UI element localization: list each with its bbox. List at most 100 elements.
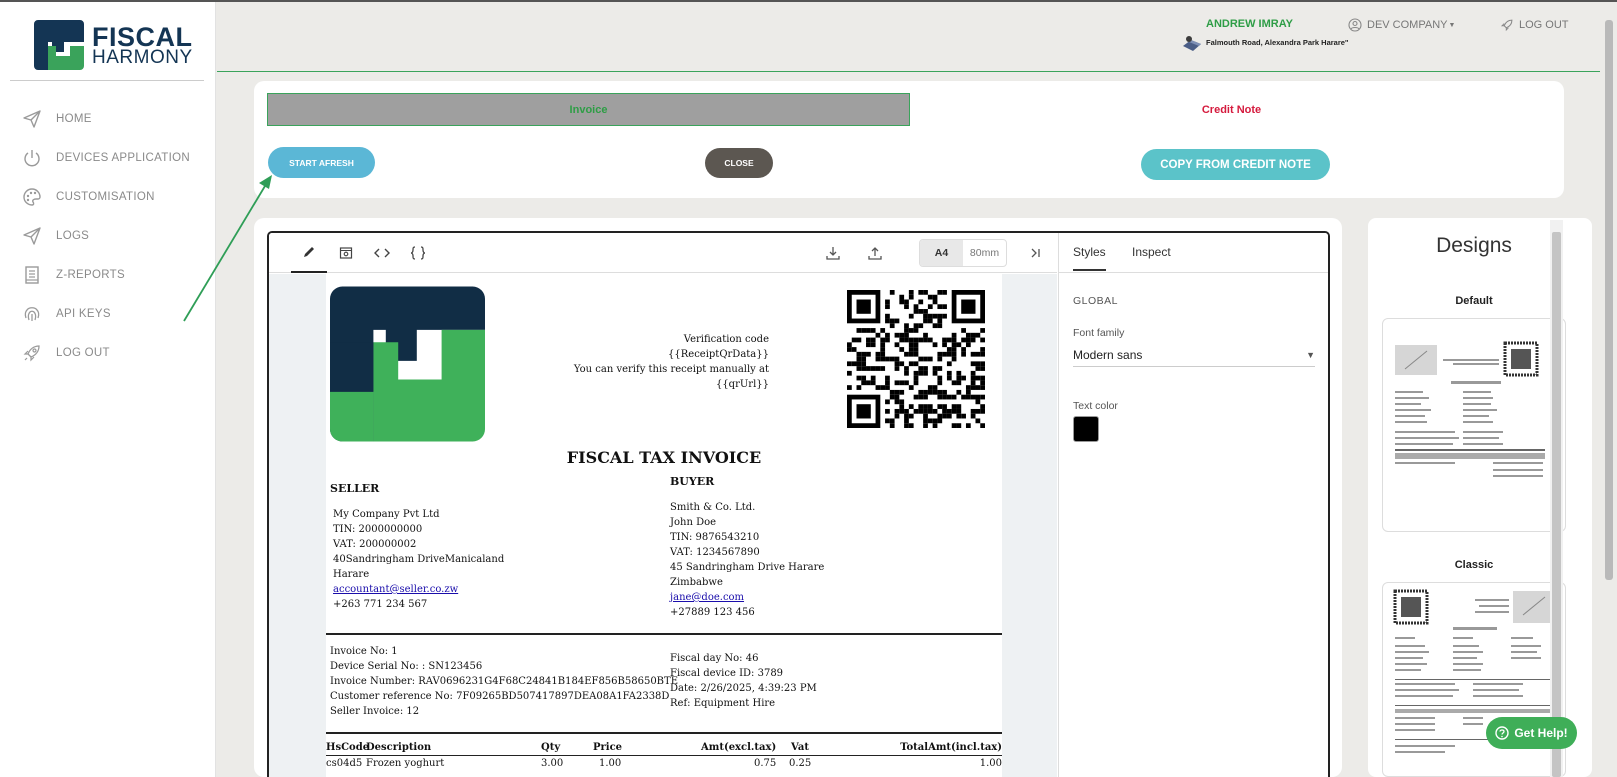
header-logout-button[interactable]: LOG OUT <box>1500 18 1569 32</box>
get-help-button[interactable]: Get Help! <box>1486 717 1577 749</box>
tab-invoice[interactable]: Invoice <box>267 93 910 126</box>
section-divider <box>326 732 1002 734</box>
sidebar-item-label: CUSTOMISATION <box>56 190 155 203</box>
sidebar-divider <box>10 80 204 81</box>
qr-code-icon <box>847 290 985 428</box>
size-a4-button[interactable]: A4 <box>920 240 963 266</box>
sidebar-item-devices-application[interactable]: DEVICES APPLICATION <box>0 138 216 177</box>
fiscal-day: Fiscal day No: 46 <box>670 653 759 664</box>
invoice-logo-icon <box>330 286 485 442</box>
verification-line: {{ReceiptQrData}} <box>668 349 769 360</box>
seller-tin: TIN: 2000000000 <box>333 524 423 535</box>
buyer-tin: TIN: 9876543210 <box>670 532 760 543</box>
side-tabs: Styles Inspect <box>1059 233 1328 273</box>
seller-heading: SELLER <box>330 482 380 495</box>
designs-scrollbar[interactable] <box>1550 220 1563 777</box>
company-dropdown[interactable]: DEV COMPANY ▼ <box>1348 18 1455 32</box>
invoice-number: Invoice Number: RAV0696231G4F68C24841B18… <box>330 676 679 687</box>
brand-name-line2: HARMONY <box>92 47 193 68</box>
column-header: Description <box>366 742 432 753</box>
seller-invoice: Seller Invoice: 12 <box>330 706 420 717</box>
font-family-select[interactable]: Modern sans ▼ <box>1073 343 1315 367</box>
collapse-panel-button[interactable] <box>1017 233 1053 273</box>
logout-label: LOG OUT <box>1519 19 1569 31</box>
seller-email-link[interactable]: accountant@seller.co.zw <box>333 582 504 597</box>
upload-button[interactable] <box>857 233 893 273</box>
code-view-button[interactable] <box>364 233 400 273</box>
seller-phone: +263 771 234 567 <box>333 599 428 610</box>
design-card-default[interactable] <box>1382 318 1566 532</box>
buyer-email-link[interactable]: jane@doe.com <box>670 590 824 605</box>
code-icon <box>374 248 390 258</box>
column-header: Qty <box>541 742 561 753</box>
design-name-default: Default <box>1455 295 1493 307</box>
design-thumbnail-default <box>1395 341 1545 477</box>
download-icon <box>826 247 840 260</box>
page-scrollbar[interactable] <box>1602 6 1615 777</box>
styles-panel: Styles Inspect GLOBAL Font family Modern… <box>1058 233 1328 777</box>
sidebar-item-log-out[interactable]: LOG OUT <box>0 333 216 372</box>
seller-city: Harare <box>333 569 370 580</box>
preview-icon <box>339 247 353 259</box>
copy-from-credit-note-button[interactable]: COPY FROM CREDIT NOTE <box>1141 149 1330 180</box>
company-name: DEV COMPANY <box>1367 19 1448 31</box>
device-serial: Device Serial No: : SN123456 <box>330 661 483 672</box>
user-name: ANDREW IMRAY <box>1206 18 1293 30</box>
download-button[interactable] <box>815 233 851 273</box>
invoice-no: Invoice No: 1 <box>330 646 398 657</box>
json-view-button[interactable] <box>400 233 436 273</box>
text-color-swatch[interactable] <box>1073 416 1099 442</box>
sidebar-item-label: LOGS <box>56 229 90 242</box>
table-cell: 0.75 <box>754 758 777 769</box>
buyer-contact: John Doe <box>670 517 717 528</box>
top-header <box>217 2 1600 72</box>
seller-vat: VAT: 200000002 <box>333 539 417 550</box>
buyer-name: Smith & Co. Ltd. <box>670 502 756 513</box>
verification-block: Verification code {{ReceiptQrData}} You … <box>574 332 769 392</box>
invoice-paper[interactable]: Verification code {{ReceiptQrData}} You … <box>326 274 1002 777</box>
tab-styles[interactable]: Styles <box>1073 245 1106 271</box>
global-section-label: GLOBAL <box>1073 295 1119 307</box>
verification-line: You can verify this receipt manually at <box>573 364 769 375</box>
paper-plane-icon <box>23 109 41 128</box>
table-cell: Frozen yoghurt <box>366 758 445 769</box>
template-editor: A4 80mm Verification code {{ReceiptQrDat… <box>267 231 1330 777</box>
design-name-classic: Classic <box>1454 559 1494 571</box>
brand-logo[interactable]: FISCAL HARMONY <box>34 20 192 70</box>
fingerprint-icon <box>24 306 40 321</box>
tab-inspect[interactable]: Inspect <box>1132 245 1171 259</box>
column-header: Vat <box>791 742 809 753</box>
column-header: Amt(excl.tax) <box>701 742 777 753</box>
customer-reference: Customer reference No: 7F09265BD50741789… <box>330 691 670 702</box>
start-afresh-button[interactable]: START AFRESH <box>268 147 375 178</box>
paper-size-toggle: A4 80mm <box>919 239 1007 267</box>
report-icon <box>25 265 39 284</box>
table-cell: 1.00 <box>599 758 622 769</box>
sidebar: FISCAL HARMONY HOME DEVICES APPLICATION … <box>0 2 216 777</box>
table-header-row: HsCode Description Qty Price Amt(excl.ta… <box>326 740 1002 756</box>
invoice-date: Date: 2/26/2025, 4:39:23 PM <box>670 683 817 694</box>
column-header: TotalAmt(incl.tax) <box>900 742 1002 753</box>
tab-credit-note[interactable]: Credit Note <box>910 93 1553 126</box>
scrollbar-thumb[interactable] <box>1605 20 1613 580</box>
paper-plane-icon <box>23 226 41 245</box>
close-button[interactable]: CLOSE <box>705 148 773 178</box>
buyer-address: 45 Sandringham Drive Harare <box>670 562 825 573</box>
editor-canvas: Verification code {{ReceiptQrData}} You … <box>269 274 1057 777</box>
table-row: cs04d5 Frozen yoghurt 3.00 1.00 0.75 0.2… <box>326 756 1002 772</box>
user-address: Falmouth Road, Alexandra Park Harare" <box>1206 38 1349 47</box>
editor-toolbar: A4 80mm <box>269 233 1057 273</box>
sidebar-item-label: DEVICES APPLICATION <box>56 151 190 164</box>
preview-mode-button[interactable] <box>328 233 364 273</box>
edit-mode-button[interactable] <box>291 233 327 273</box>
size-80mm-button[interactable]: 80mm <box>963 240 1006 266</box>
invoice-title: FISCAL TAX INVOICE <box>566 448 762 467</box>
buyer-heading: BUYER <box>670 475 715 488</box>
seller-address: 40Sandringham DriveManicaland <box>333 554 505 565</box>
sidebar-item-home[interactable]: HOME <box>0 99 216 138</box>
buyer-country: Zimbabwe <box>670 577 723 588</box>
text-color-label: Text color <box>1073 400 1118 412</box>
table-cell: cs04d5 <box>326 758 363 769</box>
scrollbar-thumb[interactable] <box>1552 232 1561 777</box>
invoice-ref: Ref: Equipment Hire <box>670 698 776 709</box>
